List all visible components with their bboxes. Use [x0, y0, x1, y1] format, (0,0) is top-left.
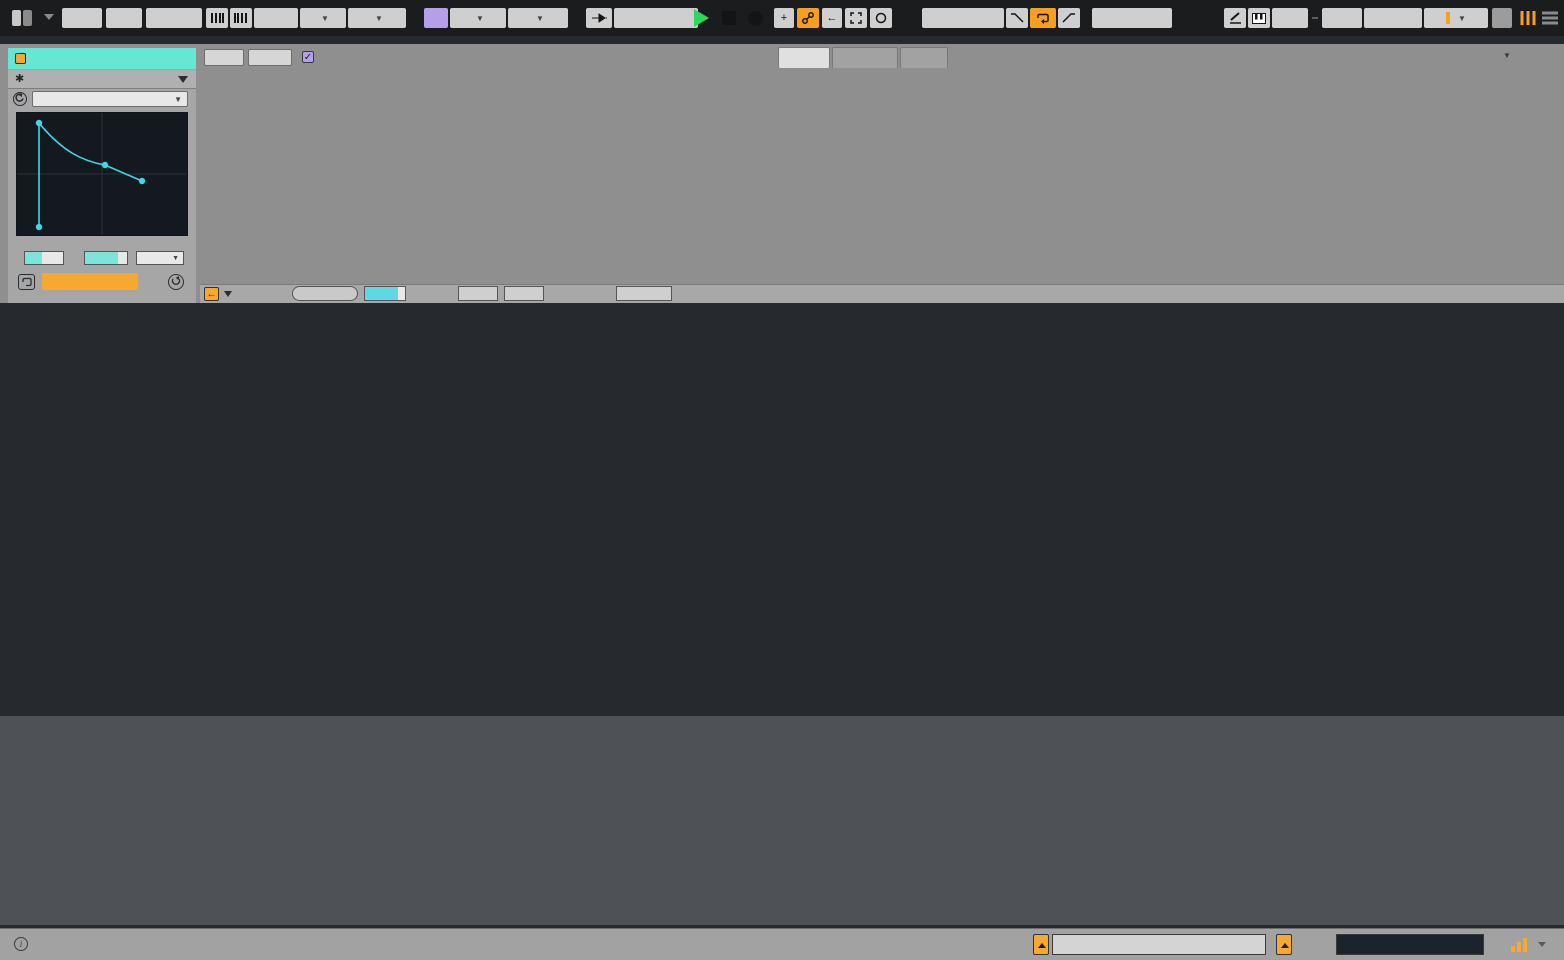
device-chain-mini-overview[interactable]: [1336, 934, 1484, 955]
randomize-amount-field[interactable]: [364, 286, 406, 301]
transform-refresh-icon[interactable]: [168, 274, 184, 290]
clip-activator-checkbox[interactable]: [15, 53, 26, 64]
pane-icon-right: [23, 10, 32, 26]
clip-panel: ✱ ▼ ▼: [8, 48, 196, 303]
computer-midi-keyboard-button[interactable]: [1248, 8, 1270, 28]
rotate-field[interactable]: [84, 251, 128, 265]
output-meter-icon[interactable]: [1510, 937, 1530, 952]
deviation-field[interactable]: [616, 286, 672, 301]
ramp-start-field[interactable]: [458, 286, 498, 301]
sample-rate-field[interactable]: [1364, 8, 1422, 28]
velocity-lane-footer: ←: [200, 284, 1564, 303]
pane-icon-left: [12, 10, 21, 26]
punch-in-button[interactable]: [1006, 8, 1028, 28]
status-bar: i: [0, 928, 1564, 960]
expand-arrow-icon: [1281, 943, 1289, 948]
clip-overview-expand-button[interactable]: [1033, 934, 1049, 955]
time-signature-field[interactable]: [254, 8, 298, 28]
tool-row: ▼: [8, 90, 196, 110]
transport-toolbar: ▼ ▼ ▼ ▼ + ← ▼: [0, 0, 1564, 36]
window-menu-icon[interactable]: [12, 9, 38, 27]
session-view-toggle-icon[interactable]: [1520, 11, 1536, 25]
velocity-shaper-graph[interactable]: [16, 112, 188, 236]
meter-caret-icon[interactable]: [1538, 942, 1546, 947]
cpu-meter[interactable]: ▼: [1424, 8, 1488, 28]
transform-section-header[interactable]: ✱: [8, 70, 196, 89]
arrangement-position-field[interactable]: [614, 8, 698, 28]
ramp-end-field[interactable]: [504, 286, 544, 301]
session-record-scope-button[interactable]: [845, 8, 867, 28]
quantization-selector[interactable]: ▼: [348, 8, 406, 28]
punch-out-button[interactable]: [1058, 8, 1080, 28]
arrangement-view-toggle-icon[interactable]: [1542, 11, 1558, 25]
cpu-bar-icon: [1446, 12, 1450, 24]
expand-arrow-icon: [1038, 943, 1046, 948]
play-button[interactable]: [694, 9, 709, 27]
lane-caret-icon[interactable]: [224, 291, 232, 297]
scale-name-selector[interactable]: ▼: [508, 8, 568, 28]
new-button[interactable]: +: [774, 8, 794, 28]
info-icon[interactable]: i: [14, 937, 28, 951]
loop-length-field[interactable]: [1092, 8, 1172, 28]
tempo-field[interactable]: [146, 8, 202, 28]
key-map-button[interactable]: [1272, 8, 1308, 28]
record-button[interactable]: [748, 11, 763, 26]
transform-tool-selector[interactable]: ▼: [32, 91, 188, 107]
loop-count-field[interactable]: [24, 251, 64, 265]
device-chain: [0, 716, 1564, 925]
loop-start-field[interactable]: [922, 8, 1004, 28]
tap-tempo-button[interactable]: [106, 8, 142, 28]
midi-note-editor[interactable]: [200, 70, 1564, 303]
nudge-up-button[interactable]: [230, 8, 252, 28]
automation-arm-button[interactable]: [797, 8, 819, 28]
capture-midi-button[interactable]: [870, 8, 892, 28]
section-collapse-caret-icon[interactable]: [178, 76, 188, 83]
follow-button[interactable]: [586, 8, 612, 28]
scale-mode-toggle[interactable]: [424, 8, 448, 28]
lane-collapse-button[interactable]: ←: [204, 287, 219, 301]
reset-tool-icon[interactable]: [13, 92, 27, 106]
nudge-down-button[interactable]: [206, 8, 228, 28]
link-button[interactable]: [62, 8, 102, 28]
menu-caret-icon[interactable]: [44, 14, 54, 20]
loop-switch[interactable]: [1030, 8, 1056, 28]
device-overview-expand-button[interactable]: [1276, 934, 1292, 955]
highlight-scale-checkbox[interactable]: ✓: [302, 51, 314, 63]
overdub-indicator: [1492, 8, 1512, 28]
groove-pool-selector[interactable]: ▼: [300, 8, 346, 28]
division-selector[interactable]: ▼: [136, 251, 184, 265]
scale-button[interactable]: [248, 49, 292, 66]
transform-icon: ✱: [15, 72, 24, 85]
ableton-live-window: ▼ ▼ ▼ ▼ + ← ▼: [0, 0, 1564, 960]
clip-mini-overview[interactable]: [1052, 934, 1266, 955]
meld-macro-bands: [0, 303, 1564, 716]
transform-loop-toggle[interactable]: [18, 274, 35, 290]
randomize-button[interactable]: [292, 286, 358, 301]
transform-apply-button[interactable]: [42, 273, 138, 290]
clip-title-bar[interactable]: [8, 48, 196, 69]
stop-button[interactable]: [722, 11, 736, 25]
draw-mode-button[interactable]: [1224, 8, 1246, 28]
tab-envelopes[interactable]: [832, 47, 898, 68]
grid-setting[interactable]: ▼: [1498, 51, 1511, 60]
root-note-selector[interactable]: ▼: [450, 8, 506, 28]
tab-mpe[interactable]: [900, 47, 948, 68]
separator-dash: [1312, 17, 1318, 19]
midi-map-button[interactable]: [1322, 8, 1362, 28]
reenable-automation-button[interactable]: ←: [822, 8, 842, 28]
tab-notes[interactable]: [778, 47, 830, 68]
fold-button[interactable]: [204, 49, 244, 66]
